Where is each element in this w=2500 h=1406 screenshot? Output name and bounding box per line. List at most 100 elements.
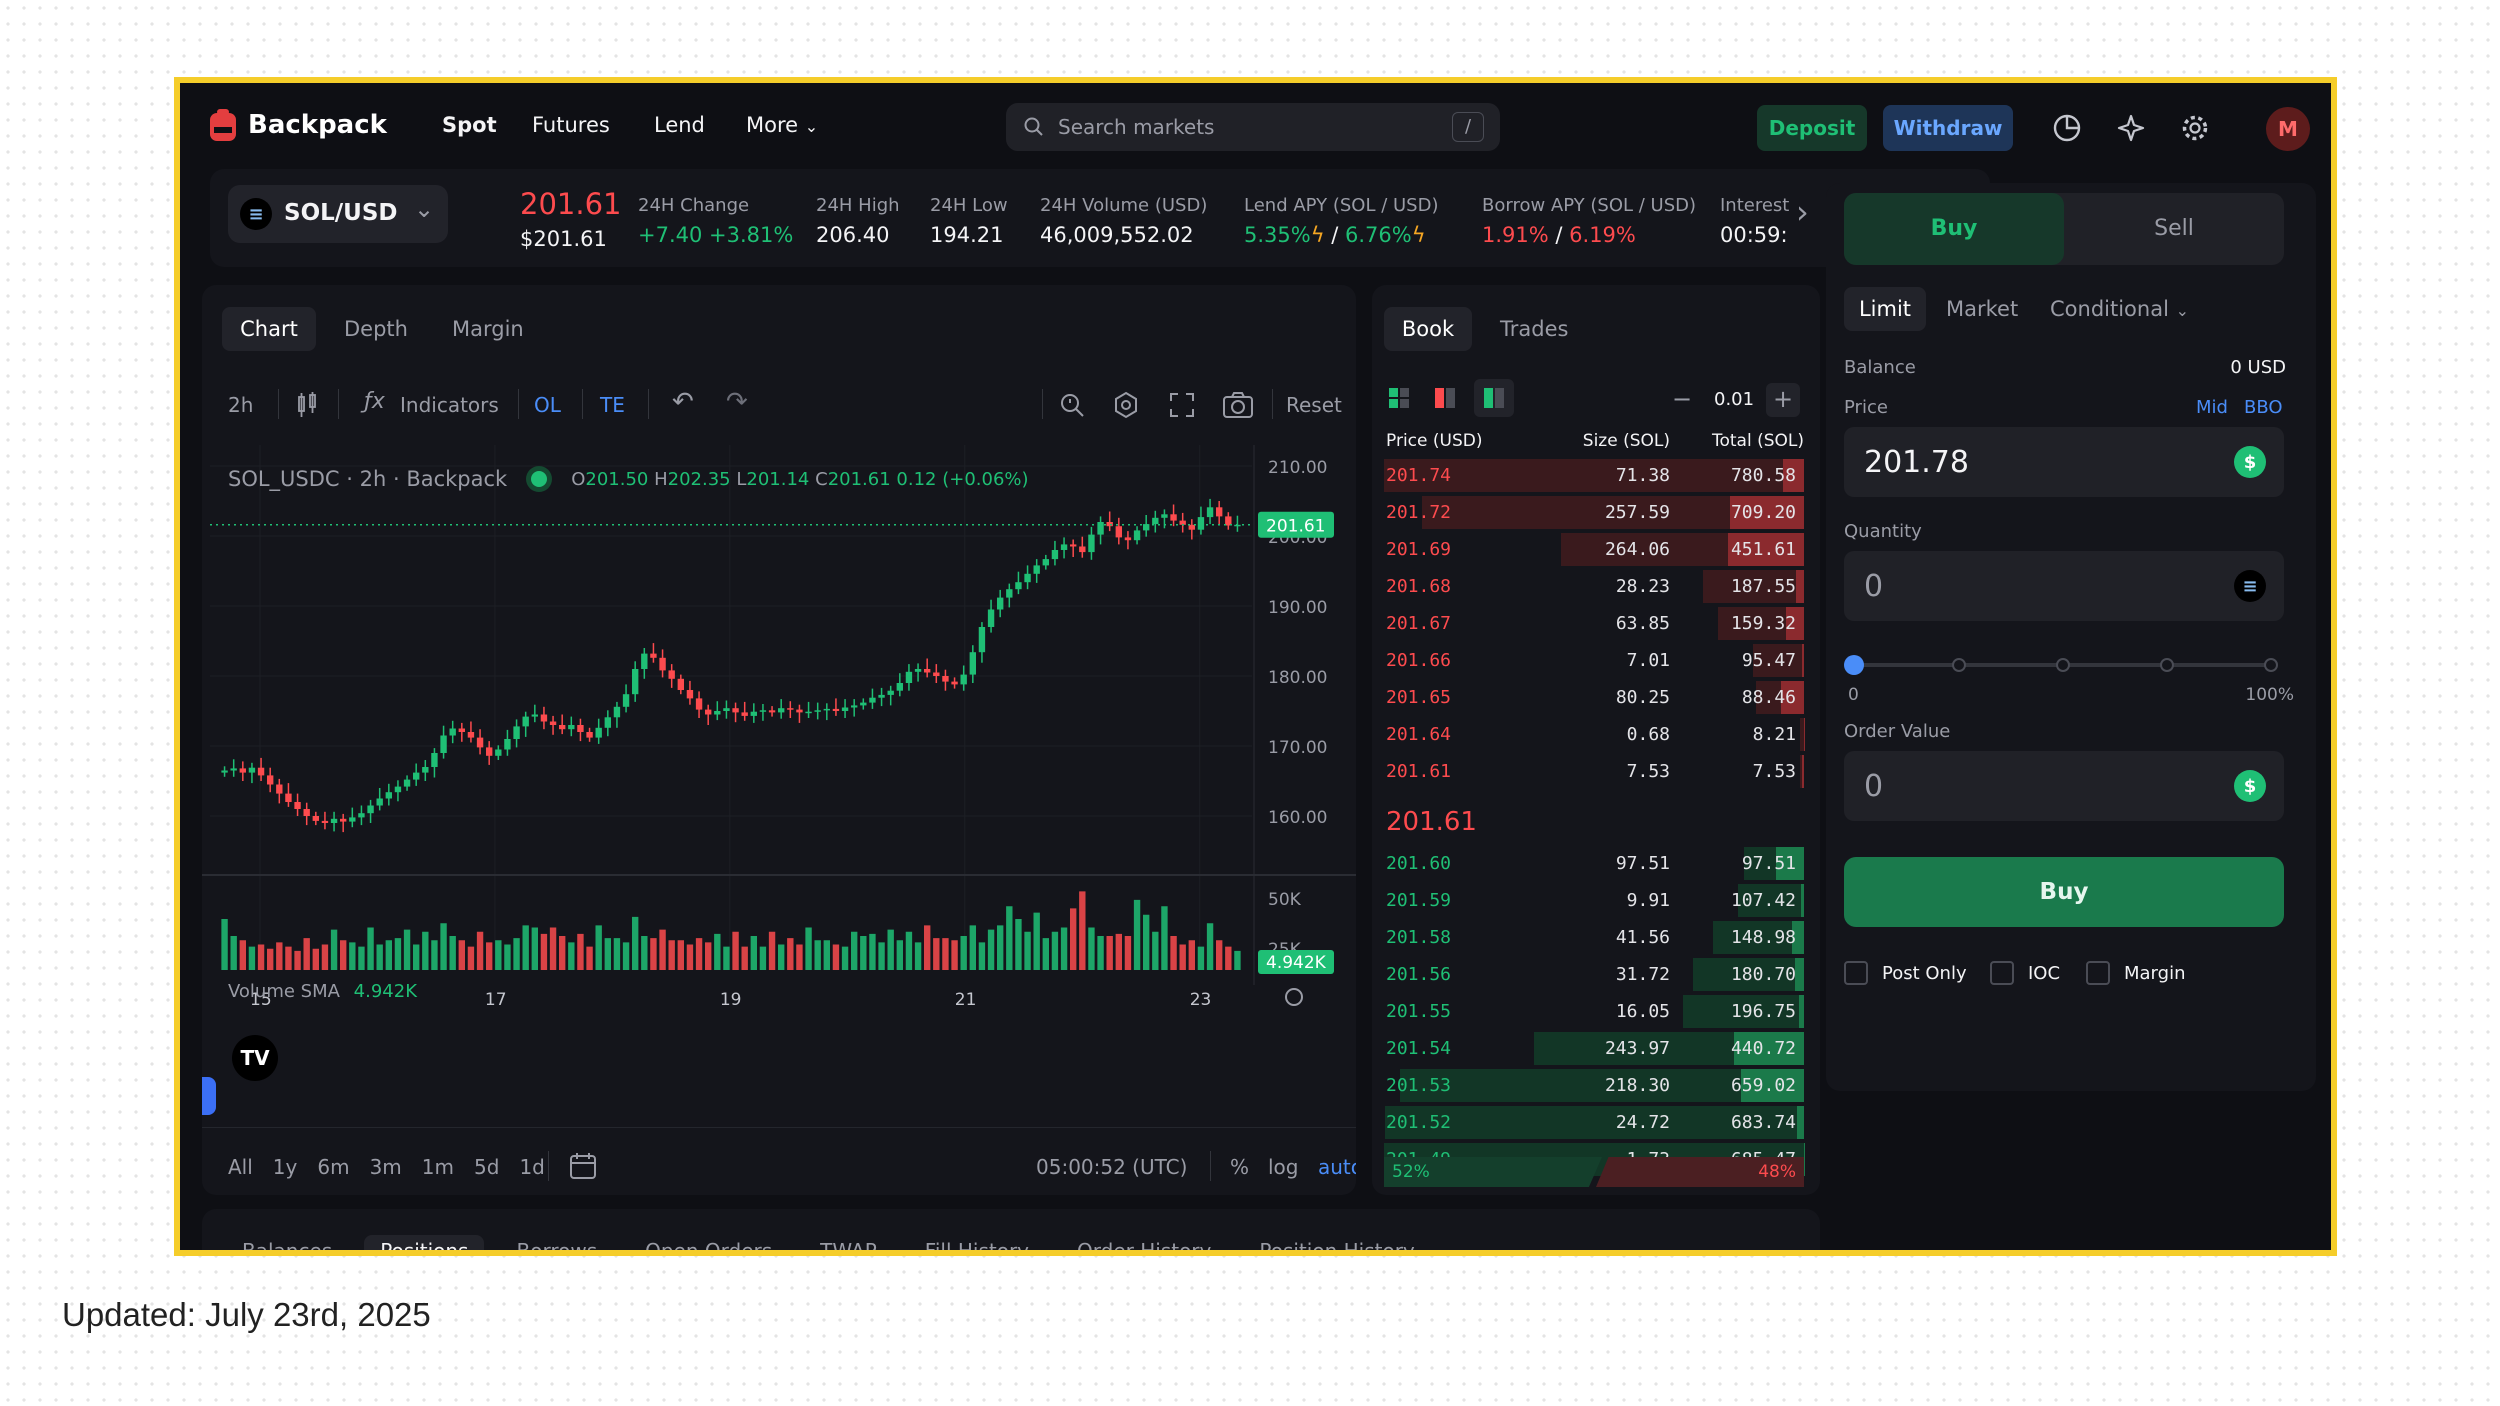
indicators-button[interactable]: Indicators <box>400 393 499 417</box>
book-bids-toggle[interactable] <box>1474 379 1514 417</box>
tick-increase[interactable]: + <box>1766 383 1800 417</box>
redo-icon[interactable]: ↷ <box>726 387 748 417</box>
book-asks-icon[interactable] <box>1434 387 1456 409</box>
range-1d[interactable]: 1d <box>519 1155 544 1179</box>
nav-spot[interactable]: Spot <box>442 113 497 137</box>
tab-limit[interactable]: Limit <box>1844 287 1926 331</box>
ask-row[interactable]: 201.74 71.38 780.58 <box>1384 457 1804 494</box>
bid-row[interactable]: 201.52 24.72 683.74 <box>1384 1104 1804 1141</box>
reset-button[interactable]: Reset <box>1286 393 1342 417</box>
price-input[interactable]: 201.78 $ <box>1844 427 2284 497</box>
tab-open-orders[interactable]: Open Orders <box>645 1239 772 1250</box>
settings-icon[interactable] <box>1112 391 1140 419</box>
ask-row[interactable]: 201.66 7.01 95.47 <box>1384 642 1804 679</box>
zoom-icon[interactable] <box>1058 391 1086 419</box>
volume-bar <box>577 933 584 970</box>
undo-icon[interactable]: ↶ <box>672 387 694 417</box>
ask-row[interactable]: 201.67 63.85 159.32 <box>1384 605 1804 642</box>
app-logo[interactable]: Backpack <box>210 109 387 141</box>
ask-row[interactable]: 201.72 257.59 709.20 <box>1384 494 1804 531</box>
avatar[interactable]: M <box>2266 107 2310 151</box>
tab-conditional[interactable]: Conditional ⌄ <box>2050 297 2189 321</box>
post-only-checkbox[interactable] <box>1844 961 1868 985</box>
tab-order-history[interactable]: Order History <box>1077 1239 1211 1250</box>
tab-margin[interactable]: Margin <box>452 317 524 341</box>
chevron-right-icon[interactable]: › <box>1796 193 1809 231</box>
tab-position-history[interactable]: Position History <box>1259 1239 1414 1250</box>
ob-price: 201.58 <box>1386 927 1452 948</box>
slider-step-100[interactable] <box>2264 658 2278 672</box>
scroll-handle[interactable] <box>202 1077 216 1115</box>
bid-row[interactable]: 201.55 16.05 196.75 <box>1384 993 1804 1030</box>
time-tick-label: 17 <box>485 990 507 1010</box>
tab-book[interactable]: Book <box>1384 307 1472 351</box>
quantity-input[interactable]: 0 ≡ <box>1844 551 2284 621</box>
te-toggle[interactable]: TE <box>600 393 625 417</box>
range-all[interactable]: All <box>228 1155 253 1179</box>
bid-row[interactable]: 201.58 41.56 148.98 <box>1384 919 1804 956</box>
ol-toggle[interactable]: OL <box>534 393 561 417</box>
mid-button[interactable]: Mid <box>2196 397 2228 418</box>
tab-borrows[interactable]: Borrows <box>516 1239 597 1250</box>
market-selector[interactable]: ≡ SOL/USD ⌄ <box>228 185 448 243</box>
book-both-icon[interactable] <box>1388 387 1410 409</box>
tab-depth[interactable]: Depth <box>344 317 408 341</box>
utc-clock[interactable]: 05:00:52 (UTC) <box>1036 1155 1187 1179</box>
tab-balances[interactable]: Balances <box>242 1239 332 1250</box>
ask-row[interactable]: 201.65 80.25 88.46 <box>1384 679 1804 716</box>
nav-lend[interactable]: Lend <box>654 113 705 137</box>
pie-chart-icon[interactable] <box>2052 113 2082 143</box>
ioc-checkbox[interactable] <box>1990 961 2014 985</box>
axis-settings-icon[interactable] <box>1285 988 1303 1006</box>
search-bar[interactable]: Search markets / <box>1006 103 1500 151</box>
tab-chart[interactable]: Chart <box>222 307 316 351</box>
slider-step-25[interactable] <box>1952 658 1966 672</box>
quantity-slider-thumb[interactable] <box>1844 655 1864 675</box>
ask-row[interactable]: 201.68 28.23 187.55 <box>1384 568 1804 605</box>
deposit-button[interactable]: Deposit <box>1757 105 1867 151</box>
tab-fill-history[interactable]: Fill History <box>925 1239 1029 1250</box>
range-1y[interactable]: 1y <box>273 1155 298 1179</box>
range-3m[interactable]: 3m <box>370 1155 402 1179</box>
range-6m[interactable]: 6m <box>317 1155 349 1179</box>
interval-selector[interactable]: 2h <box>228 393 253 417</box>
buy-button[interactable]: Buy <box>1844 857 2284 927</box>
nav-futures[interactable]: Futures <box>532 113 610 137</box>
tick-decrease[interactable]: − <box>1672 385 1692 413</box>
log-scale[interactable]: log <box>1268 1155 1299 1179</box>
candlestick-chart[interactable]: 210.00200.00190.00180.00170.00160.0015 17… <box>202 445 1356 1125</box>
withdraw-button[interactable]: Withdraw <box>1883 105 2013 151</box>
bid-row[interactable]: 201.56 31.72 180.70 <box>1384 956 1804 993</box>
bbo-button[interactable]: BBO <box>2244 397 2283 418</box>
tab-twap[interactable]: TWAP <box>820 1239 877 1250</box>
ask-row[interactable]: 201.61 7.53 7.53 <box>1384 753 1804 790</box>
order-value-input[interactable]: 0 $ <box>1844 751 2284 821</box>
bid-row[interactable]: 201.54 243.97 440.72 <box>1384 1030 1804 1067</box>
tradingview-logo[interactable]: TV <box>232 1035 278 1081</box>
gear-icon[interactable] <box>2180 113 2210 143</box>
ask-row[interactable]: 201.64 0.68 8.21 <box>1384 716 1804 753</box>
percent-scale[interactable]: % <box>1230 1155 1249 1179</box>
bid-row[interactable]: 201.60 97.51 97.51 <box>1384 845 1804 882</box>
sell-side-tab[interactable]: Sell <box>2064 193 2284 265</box>
margin-checkbox[interactable] <box>2086 961 2110 985</box>
candle-type-icon[interactable] <box>296 391 318 419</box>
auto-scale[interactable]: auto <box>1318 1155 1356 1179</box>
fullscreen-icon[interactable] <box>1168 391 1196 419</box>
buy-side-tab[interactable]: Buy <box>1844 193 2064 265</box>
sparkle-icon[interactable] <box>2116 113 2146 143</box>
tab-market[interactable]: Market <box>1946 297 2018 321</box>
bid-row[interactable]: 201.59 9.91 107.42 <box>1384 882 1804 919</box>
range-5d[interactable]: 5d <box>474 1155 499 1179</box>
nav-more[interactable]: More ⌄ <box>746 113 818 137</box>
camera-icon[interactable] <box>1222 391 1254 419</box>
calendar-icon[interactable] <box>568 1151 598 1181</box>
volume-bar <box>586 946 593 970</box>
slider-step-75[interactable] <box>2160 658 2174 672</box>
range-1m[interactable]: 1m <box>422 1155 454 1179</box>
bid-row[interactable]: 201.53 218.30 659.02 <box>1384 1067 1804 1104</box>
tab-positions[interactable]: Positions <box>364 1235 485 1250</box>
tab-trades[interactable]: Trades <box>1500 317 1568 341</box>
ask-row[interactable]: 201.69 264.06 451.61 <box>1384 531 1804 568</box>
slider-step-50[interactable] <box>2056 658 2070 672</box>
